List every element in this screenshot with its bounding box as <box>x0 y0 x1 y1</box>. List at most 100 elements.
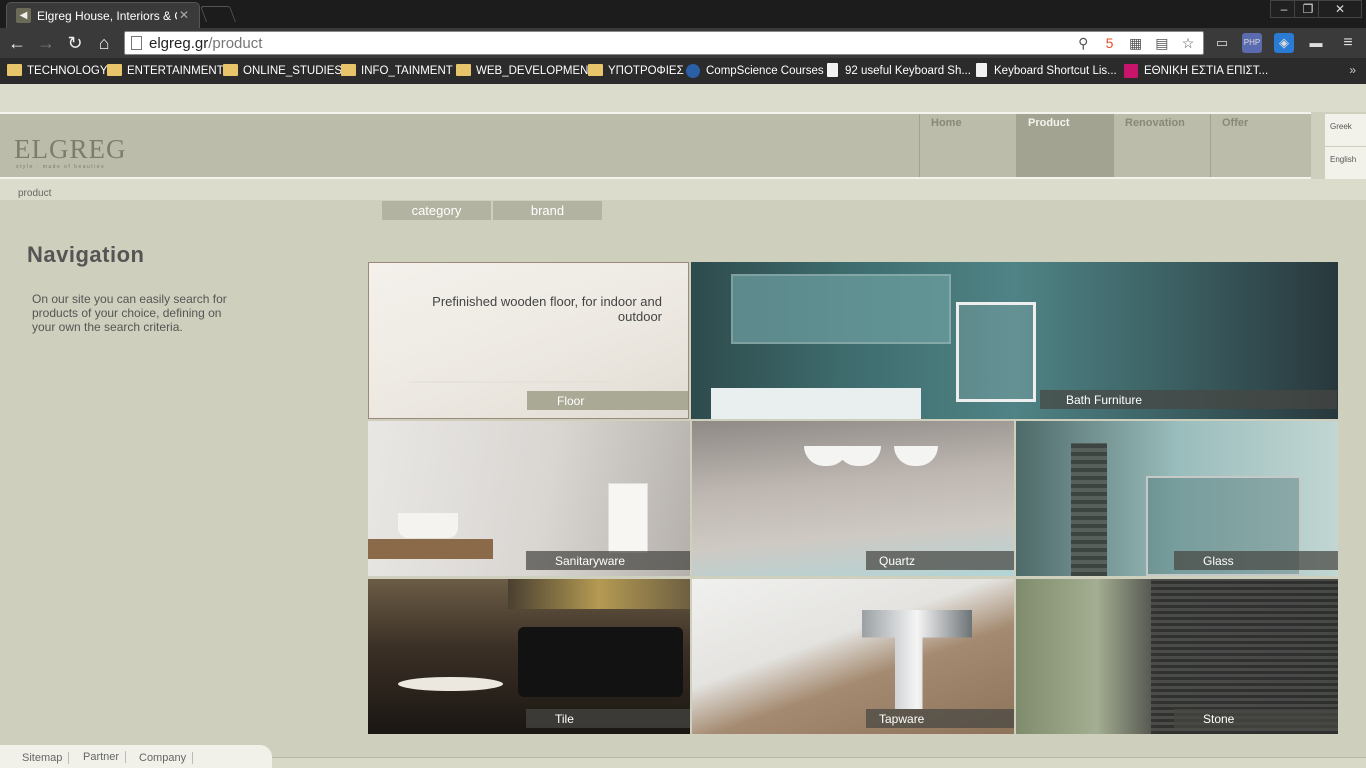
bookmarks-bar: TECHNOLOGY ENTERTAINMENT ONLINE_STUDIES … <box>0 58 1366 84</box>
toilet-image <box>608 483 648 553</box>
bowl-image <box>894 446 938 466</box>
address-bar[interactable]: elgreg.gr/product ⚲ 5 ▦ ▤ ☆ <box>124 31 1204 55</box>
product-tile-floor[interactable]: Prefinished wooden floor, for indoor and… <box>368 262 689 419</box>
filter-brand[interactable]: brand <box>493 201 602 220</box>
bookmark-label: ENTERTAINMENT <box>127 65 224 77</box>
nav-product[interactable]: Product <box>1016 114 1113 177</box>
bookmark-item[interactable]: INFO_TAINMENT <box>341 63 453 79</box>
bookmark-star-icon[interactable]: ☆ <box>1179 34 1197 52</box>
bowl-image <box>837 446 881 466</box>
product-label: Sanitaryware <box>526 551 690 570</box>
bookmark-label: ΕΘΝΙΚΗ ΕΣΤΙΑ ΕΠΙΣΤ... <box>1144 65 1269 77</box>
browser-chrome: ◀ Elgreg House, Interiors & Ou ✕ – ❐ ✕ ←… <box>0 0 1366 84</box>
bookmark-label: ONLINE_STUDIES <box>243 65 343 77</box>
language-greek[interactable]: Greek <box>1325 114 1366 146</box>
folder-icon <box>223 64 238 76</box>
footer-sitemap[interactable]: Sitemap <box>16 752 70 764</box>
main-nav: Home Product Renovation Offer <box>919 114 1307 177</box>
page-icon <box>131 36 142 50</box>
product-label: Tapware <box>866 709 1014 728</box>
bookmark-item[interactable]: ΥΠΟΤΡΟΦΙΕΣ <box>588 63 684 79</box>
breadcrumb: product <box>18 188 52 199</box>
sidebar-text: On our site you can easily search for pr… <box>32 292 227 334</box>
tab-title: Elgreg House, Interiors & Ou <box>37 9 177 23</box>
close-window-icon[interactable]: ✕ <box>1318 0 1362 18</box>
bookmark-label: Keyboard Shortcut Lis... <box>994 65 1117 77</box>
product-tile-glass[interactable]: Glass <box>1016 421 1338 576</box>
php-icon[interactable]: PHP <box>1242 33 1262 53</box>
html5-icon[interactable]: 5 <box>1100 34 1118 52</box>
bookmark-label: WEB_DEVELOPMENT <box>476 65 596 77</box>
bath-shelf-image <box>956 302 1036 402</box>
site-favicon-icon: ◀ <box>16 8 31 23</box>
nav-renovation[interactable]: Renovation <box>1113 114 1210 177</box>
nav-home[interactable]: Home <box>919 114 1016 177</box>
glass-image <box>1071 443 1107 576</box>
product-tile-stone[interactable]: Stone <box>1016 579 1338 734</box>
nav-offer[interactable]: Offer <box>1210 114 1307 177</box>
product-label: Tile <box>526 709 690 728</box>
sanitary-image <box>368 539 493 559</box>
home-icon[interactable]: ⌂ <box>93 32 115 54</box>
reload-icon[interactable]: ↻ <box>64 32 86 54</box>
filter-category[interactable]: category <box>382 201 491 220</box>
rss-icon[interactable]: ▤ <box>1153 34 1171 52</box>
bookmark-label: ΥΠΟΤΡΟΦΙΕΣ <box>608 65 684 77</box>
product-label: Quartz <box>866 551 1014 570</box>
product-tile-bath-furniture[interactable]: Bath Furniture <box>691 262 1338 419</box>
bookmark-item[interactable]: 92 useful Keyboard Sh... <box>825 63 971 79</box>
language-english[interactable]: English <box>1325 147 1366 179</box>
logo-tagline: style · made of beauties <box>16 164 106 170</box>
globe-extension-icon[interactable]: ◈ <box>1274 33 1294 53</box>
browser-toolbar: ← → ↻ ⌂ elgreg.gr/product ⚲ 5 ▦ ▤ ☆ ▭ PH… <box>0 28 1366 58</box>
bookmark-item[interactable]: ONLINE_STUDIES <box>223 63 342 79</box>
basin-image <box>398 513 458 538</box>
sofa-image <box>518 627 683 697</box>
bookmark-item[interactable]: CompScience Courses <box>686 63 824 79</box>
bookmark-item[interactable]: ENTERTAINMENT <box>107 63 224 79</box>
tapware-image <box>862 610 972 709</box>
bookmark-item[interactable]: ΕΘΝΙΚΗ ΕΣΤΙΑ ΕΠΙΣΤ... <box>1124 63 1268 79</box>
footer-company[interactable]: Company <box>133 752 194 764</box>
site-logo[interactable]: ELGREG style · made of beauties <box>14 120 125 176</box>
new-tab-button[interactable] <box>200 6 236 22</box>
footer-partner[interactable]: Partner <box>77 751 127 763</box>
extension-icon[interactable]: ▦ <box>1127 34 1145 52</box>
bookmark-label: CompScience Courses <box>706 65 824 77</box>
screen-capture-icon[interactable]: ▭ <box>1212 33 1232 53</box>
bath-vanity-image <box>711 388 921 419</box>
menu-icon[interactable]: ≡ <box>1338 33 1358 53</box>
table-image <box>398 677 503 691</box>
folder-icon <box>456 64 471 76</box>
browser-tab[interactable]: ◀ Elgreg House, Interiors & Ou ✕ <box>6 2 200 28</box>
bath-image <box>731 274 951 344</box>
product-label: Glass <box>1174 551 1338 570</box>
product-tile-tile[interactable]: Tile <box>368 579 690 734</box>
url-path: /product <box>208 35 263 52</box>
filter-tabs: category brand <box>382 201 604 220</box>
bookmark-item[interactable]: Keyboard Shortcut Lis... <box>974 63 1117 79</box>
site-header: ELGREG style · made of beauties Home Pro… <box>0 112 1311 179</box>
bookmark-item[interactable]: WEB_DEVELOPMENT <box>456 63 596 79</box>
tab-strip: ◀ Elgreg House, Interiors & Ou ✕ – ❐ ✕ <box>0 0 1366 28</box>
sidebar-title: Navigation <box>27 242 145 267</box>
folder-icon <box>341 64 356 76</box>
bookmark-item[interactable]: TECHNOLOGY <box>7 63 108 79</box>
logo-text: ELGREG <box>14 134 127 164</box>
extension-bar-icon[interactable]: ▬ <box>1306 33 1326 53</box>
product-tile-sanitaryware[interactable]: Sanitaryware <box>368 421 690 576</box>
page-icon <box>827 63 838 77</box>
back-icon[interactable]: ← <box>6 32 28 54</box>
estia-icon <box>1124 64 1138 78</box>
breadcrumb-band <box>0 179 1366 200</box>
more-bookmarks-icon[interactable]: » <box>1349 63 1356 77</box>
product-tile-tapware[interactable]: Tapware <box>692 579 1014 734</box>
product-tile-quartz[interactable]: Quartz <box>692 421 1014 576</box>
forward-icon[interactable]: → <box>35 32 57 54</box>
close-tab-icon[interactable]: ✕ <box>179 8 189 22</box>
url-domain: elgreg.gr <box>149 35 209 52</box>
folder-icon <box>588 64 603 76</box>
page-icon <box>976 63 987 77</box>
folder-icon <box>7 64 22 76</box>
zoom-icon[interactable]: ⚲ <box>1074 34 1092 52</box>
